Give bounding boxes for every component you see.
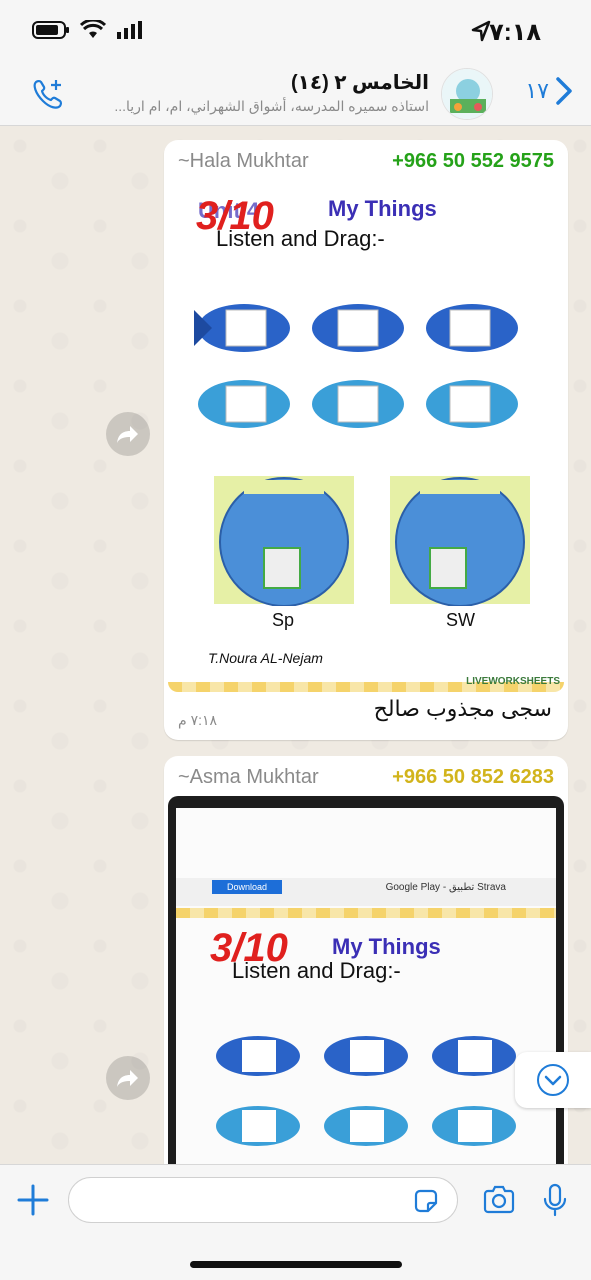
wifi-icon xyxy=(80,20,106,38)
fish-grid xyxy=(216,1036,516,1146)
home-indicator xyxy=(190,1261,402,1268)
chat-header: الخامس ٢ (١٤) استاذه سميره المدرسه، أشوا… xyxy=(0,64,591,126)
forward-button[interactable] xyxy=(106,412,150,456)
forward-icon xyxy=(117,1070,138,1087)
image-attachment[interactable]: Download Google Play - تطبيق Strava 3/10… xyxy=(168,796,564,1164)
bowl-label-right: SW xyxy=(446,610,475,630)
message-time: ٧:١٨ م xyxy=(178,712,218,728)
worksheet-brand: LIVEWORKSHEETS xyxy=(466,676,560,687)
fish-icon xyxy=(194,304,518,428)
add-call-button[interactable] xyxy=(30,76,66,117)
worksheet-instruction: Listen and Drag:- xyxy=(232,958,401,983)
forward-icon xyxy=(117,426,138,443)
sender-row: ~Hala Mukhtar +966 50 552 9575 xyxy=(164,140,568,176)
sticker-button[interactable] xyxy=(412,1187,440,1220)
message-caption: سجى مجذوب صالح xyxy=(373,696,552,721)
microphone-icon xyxy=(543,1183,567,1217)
chat-area[interactable]: ~Hala Mukhtar +966 50 552 9575 Unit 4 3/… xyxy=(0,126,591,1164)
photo-tablet-screen: Download Google Play - تطبيق Strava 3/10… xyxy=(176,808,556,1164)
microphone-button[interactable] xyxy=(542,1183,568,1222)
chat-members[interactable]: استاذه سميره المدرسه، أشواق الشهراني، ام… xyxy=(114,98,429,115)
worksheet-author: T.Noura AL-Nejam xyxy=(208,650,323,666)
fish-bowl-left xyxy=(214,476,354,606)
back-button[interactable]: ١٧ xyxy=(525,76,573,106)
worksheet-border xyxy=(176,908,556,918)
phone-plus-icon xyxy=(33,80,62,109)
chevron-right-icon xyxy=(556,77,572,105)
status-bar: ٧:١٨ xyxy=(0,0,591,64)
signal-icon xyxy=(117,21,142,39)
sender-phone[interactable]: +966 50 852 6283 xyxy=(392,766,554,789)
fish-grid xyxy=(194,304,518,428)
battery-icon xyxy=(32,21,69,39)
worksheet-instruction: Listen and Drag:- xyxy=(216,226,385,251)
message-bubble[interactable]: ~Asma Mukhtar +966 50 852 6283 Download … xyxy=(164,756,568,1164)
sender-phone[interactable]: +966 50 552 9575 xyxy=(392,150,554,173)
fish-bowl-right xyxy=(390,476,530,606)
group-avatar[interactable] xyxy=(441,68,493,120)
camera-icon xyxy=(483,1185,515,1214)
sticker-icon xyxy=(414,1189,438,1213)
sender-name[interactable]: ~Asma Mukhtar xyxy=(178,766,319,789)
location-arrow-icon xyxy=(471,20,491,42)
plus-icon xyxy=(17,1184,49,1216)
sender-row: ~Asma Mukhtar +966 50 852 6283 xyxy=(164,756,568,792)
scroll-down-button[interactable] xyxy=(515,1052,591,1108)
message-bubble[interactable]: ~Hala Mukhtar +966 50 552 9575 Unit 4 3/… xyxy=(164,140,568,740)
unread-count: ١٧ xyxy=(525,78,549,103)
forward-button[interactable] xyxy=(106,1056,150,1100)
group-logo-icon xyxy=(442,69,492,119)
chevron-down-circle-icon xyxy=(537,1064,569,1096)
camera-button[interactable] xyxy=(482,1185,516,1220)
input-bar xyxy=(0,1164,591,1280)
download-button: Download xyxy=(212,880,282,894)
worksheet-title: My Things xyxy=(328,196,437,221)
bowl-label-left: Sp xyxy=(272,610,295,630)
chat-title[interactable]: الخامس ٢ (١٤) xyxy=(291,70,429,95)
worksheet-title: My Things xyxy=(332,934,441,959)
status-time: ٧:١٨ xyxy=(489,19,541,46)
status-icons xyxy=(32,20,144,40)
message-input[interactable] xyxy=(68,1177,458,1223)
image-attachment[interactable]: Unit 4 3/10 My Things Listen and Drag:- … xyxy=(168,180,564,692)
play-text: Google Play - تطبيق Strava xyxy=(385,882,506,893)
attach-button[interactable] xyxy=(16,1183,50,1222)
sender-name[interactable]: ~Hala Mukhtar xyxy=(178,150,309,173)
